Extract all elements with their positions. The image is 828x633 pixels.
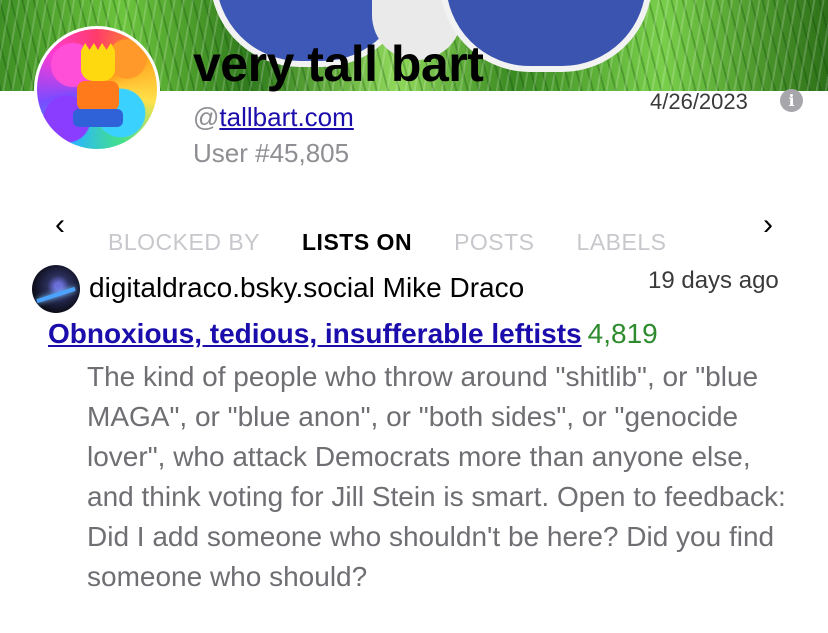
user-number: User #45,805 [193,138,350,168]
list-description: The kind of people who throw around "shi… [87,361,786,592]
list-author[interactable]: digitaldraco.bsky.social Mike Draco [89,271,524,305]
list-member-count: 4,819 [587,318,658,349]
profile-avatar[interactable] [34,26,160,152]
list-time-ago: 19 days ago [648,267,779,294]
tab-next-chevron-icon[interactable]: › [756,210,780,240]
handle-link[interactable]: tallbart.com [219,102,353,132]
handle-prefix: @ [193,102,220,132]
list-title-row: Obnoxious, tedious, insufferable leftist… [48,316,658,352]
handle-row: @tallbart.com [193,101,354,133]
avatar-figure-head [81,43,115,81]
profile-tabs: BLOCKED BY LISTS ON POSTS LABELS [108,226,728,258]
avatar-lightsaber [36,286,76,304]
joined-date: 4/26/2023 [650,89,748,114]
tab-posts[interactable]: POSTS [454,226,534,258]
tab-prev-chevron-icon[interactable]: ‹ [48,210,72,240]
list-title-link[interactable]: Obnoxious, tedious, insufferable leftist… [48,318,582,349]
avatar-figure-legs [73,109,123,127]
avatar-image [37,29,157,149]
avatar-figure-body [77,81,119,111]
tab-lists-on[interactable]: LISTS ON [302,226,412,258]
info-icon[interactable]: i [780,89,803,112]
list-author-avatar[interactable] [32,265,80,313]
tab-blocked-by[interactable]: BLOCKED BY [108,226,260,258]
tab-labels[interactable]: LABELS [577,226,667,258]
display-name: very tall bart [193,36,484,92]
